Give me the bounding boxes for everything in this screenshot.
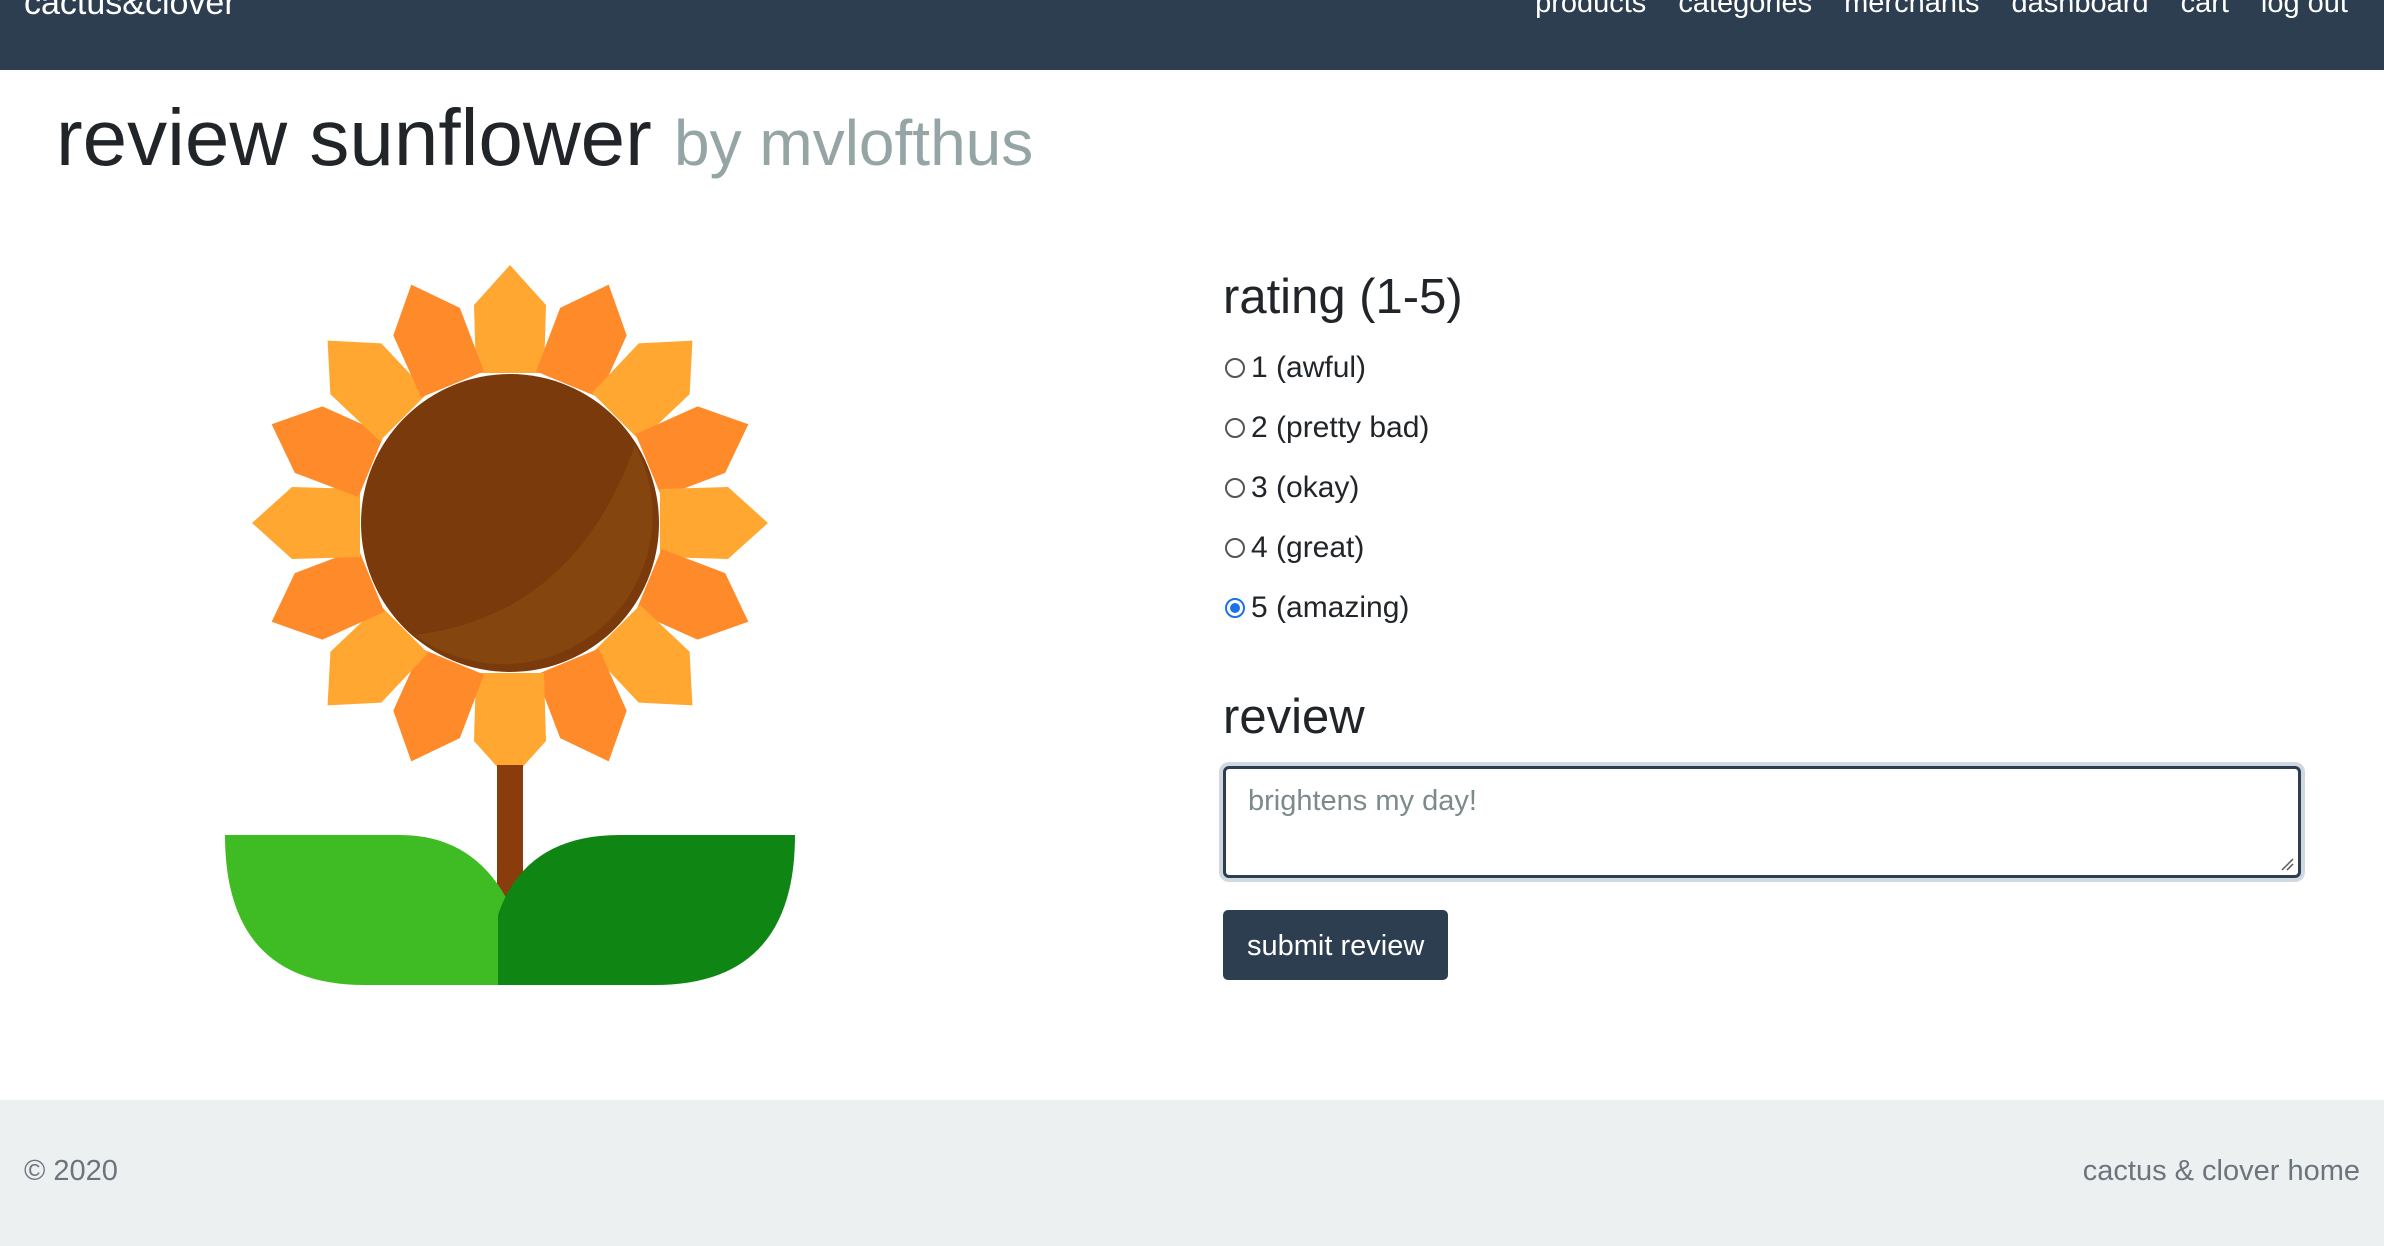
leaf-left — [225, 835, 510, 985]
page-title: review sunflower by mvlofthus — [56, 88, 1033, 193]
review-heading: review — [1223, 690, 1365, 744]
rating-option-2[interactable]: 2 (pretty bad) — [1223, 398, 2303, 458]
rating-option-1[interactable]: 1 (awful) — [1223, 338, 2303, 398]
footer-copyright: © 2020 — [24, 1155, 118, 1187]
rating-label-2: 2 (pretty bad) — [1251, 411, 1430, 444]
petal — [474, 265, 546, 373]
brand-link[interactable]: cactus&clover — [24, 0, 236, 20]
top-navbar: cactus&clover products categories mercha… — [0, 0, 2384, 70]
rating-radio-4[interactable] — [1225, 538, 1245, 558]
nav-links: products categories merchants dashboard … — [1535, 0, 2348, 20]
rating-radio-3[interactable] — [1225, 478, 1245, 498]
rating-label-3: 3 (okay) — [1251, 471, 1360, 504]
nav-link-merchants[interactable]: merchants — [1844, 0, 1979, 20]
review-text: brightens my day! — [1248, 785, 1477, 817]
review-textarea[interactable]: brightens my day! — [1223, 766, 2301, 878]
rating-radio-2[interactable] — [1225, 418, 1245, 438]
resize-grip-icon[interactable] — [2278, 855, 2294, 871]
rating-option-4[interactable]: 4 (great) — [1223, 518, 2303, 578]
rating-radio-1[interactable] — [1225, 358, 1245, 378]
leaf-right — [498, 835, 795, 985]
footer: © 2020 cactus & clover home — [0, 1100, 2384, 1246]
rating-label-5: 5 (amazing) — [1251, 591, 1410, 624]
rating-label-1: 1 (awful) — [1251, 351, 1367, 384]
rating-option-5[interactable]: 5 (amazing) — [1223, 578, 2303, 638]
nav-link-cart[interactable]: cart — [2181, 0, 2229, 20]
rating-label-4: 4 (great) — [1251, 531, 1365, 564]
rating-radio-5[interactable] — [1225, 598, 1245, 618]
nav-link-categories[interactable]: categories — [1678, 0, 1812, 20]
rating-option-3[interactable]: 3 (okay) — [1223, 458, 2303, 518]
submit-review-button[interactable]: submit review — [1223, 910, 1449, 980]
sunflower-illustration — [225, 265, 795, 985]
nav-link-products[interactable]: products — [1535, 0, 1646, 20]
petal — [252, 487, 360, 559]
nav-link-log-out[interactable]: log out — [2261, 0, 2348, 20]
footer-home-link[interactable]: cactus & clover home — [2083, 1155, 2360, 1188]
rating-options: 1 (awful) 2 (pretty bad) 3 (okay) 4 (gre… — [1223, 338, 2303, 638]
nav-link-dashboard[interactable]: dashboard — [2012, 0, 2149, 20]
petal — [660, 487, 768, 559]
petal — [474, 673, 546, 781]
page-title-text: review sunflower — [56, 93, 652, 182]
review-form: rating (1-5) 1 (awful) 2 (pretty bad) 3 … — [1223, 262, 2303, 980]
rating-heading: rating (1-5) — [1223, 270, 1463, 324]
page-subtitle: by mvlofthus — [674, 107, 1034, 179]
